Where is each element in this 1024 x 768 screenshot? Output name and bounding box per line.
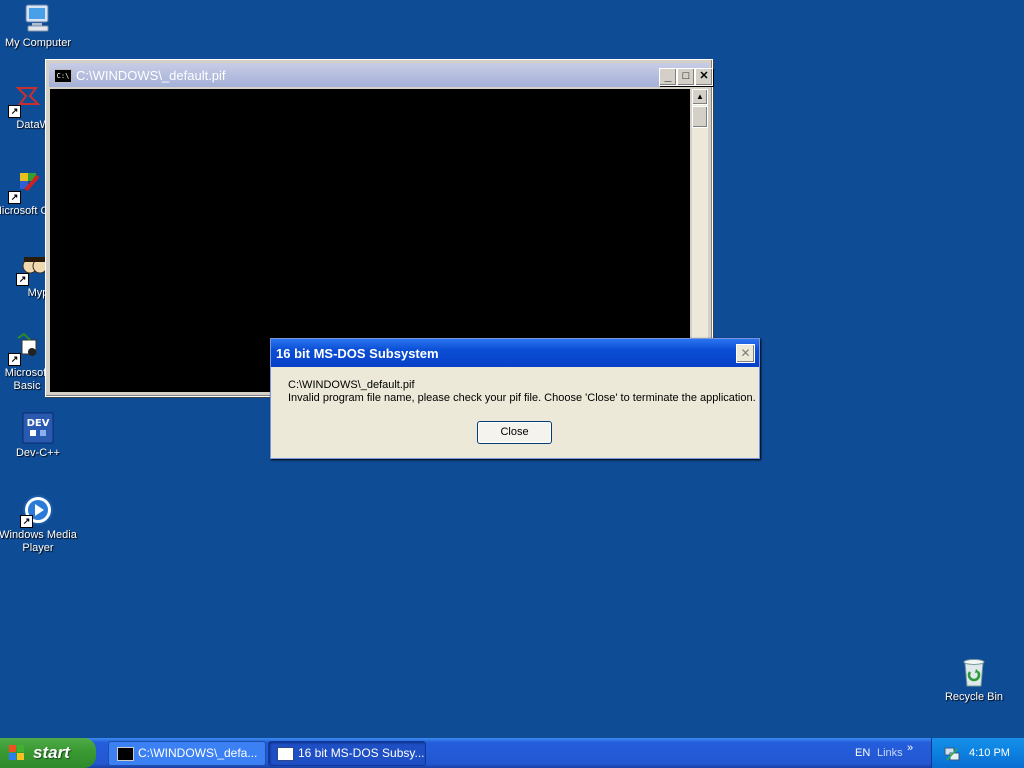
clock[interactable]: 4:10 PM [969,747,1010,759]
visual-basic-icon: ↗ [8,332,42,366]
desktop-icon-my-computer[interactable]: My Computer [0,2,78,50]
start-label: start [33,743,70,762]
language-indicator[interactable]: EN [855,747,870,759]
shortcut-arrow-icon: ↗ [8,105,21,118]
cmd-icon [117,747,134,761]
desktop-icon-label: Windows Media Player [0,529,77,554]
dialog-title: 16 bit MS-DOS Subsystem [276,346,439,361]
taskbar: start C:\WINDOWS\_defa... 16 bit MS-DOS … [0,738,1024,768]
desktop-icon-label: My Computer [4,37,72,49]
console-titlebar[interactable]: C:\ C:\WINDOWS\_default.pif _ □ ✕ [49,63,713,87]
network-icon[interactable] [944,746,960,761]
window-icon [277,747,294,761]
shortcut-arrow-icon: ↗ [16,273,29,286]
dialog-close-button[interactable]: ✕ [736,344,755,363]
windows-flag-icon [9,745,25,761]
taskbar-item-console[interactable]: C:\WINDOWS\_defa... [108,741,266,766]
shortcut-arrow-icon: ↗ [20,515,33,528]
taskbar-item-dialog[interactable]: 16 bit MS-DOS Subsy... [268,741,426,766]
datawarehouse-icon: ↗ [8,84,42,118]
desktop-icon-recycle-bin[interactable]: Recycle Bin [934,656,1014,704]
links-toolbar[interactable]: Links [877,747,903,759]
dialog-message-text: Invalid program file name, please check … [288,392,756,404]
visual-cpp-icon: ↗ [8,170,42,204]
my-computer-icon [22,2,54,34]
error-dialog[interactable]: 16 bit MS-DOS Subsystem ✕ C:\WINDOWS\_de… [270,338,760,459]
scroll-thumb[interactable] [692,106,708,128]
desktop-icon-dev-cpp[interactable]: DEV Dev-C++ [0,412,78,460]
dialog-message-path: C:\WINDOWS\_default.pif [288,379,415,391]
dialog-titlebar[interactable]: 16 bit MS-DOS Subsystem ✕ [271,339,759,367]
shortcut-arrow-icon: ↗ [8,191,21,204]
maximize-button[interactable]: □ [677,68,695,86]
cmd-icon: C:\ [54,69,72,83]
system-tray: 4:10 PM [931,738,1024,768]
start-button[interactable]: start [0,738,96,768]
media-player-icon: ↗ [20,494,54,528]
taskbar-item-label: C:\WINDOWS\_defa... [138,746,258,760]
taskbar-item-label: 16 bit MS-DOS Subsy... [298,746,425,760]
dev-cpp-icon: DEV [22,412,54,444]
desktop-icon-label: Recycle Bin [944,691,1004,703]
recycle-bin-icon [958,656,990,688]
console-title: C:\WINDOWS\_default.pif [76,68,226,83]
svg-text:DEV: DEV [27,418,50,429]
shortcut-arrow-icon: ↗ [8,353,21,366]
close-button[interactable]: ✕ [695,68,713,86]
dialog-close-action-button[interactable]: Close [477,421,552,444]
chevron-icon[interactable]: » [907,742,913,754]
desktop-icon-windows-media-player[interactable]: ↗ Windows Media Player [0,494,78,555]
dialog-message: C:\WINDOWS\_default.pif Invalid program … [288,379,756,405]
desktop-icon-label: Dev-C++ [15,447,61,459]
scroll-up-icon[interactable]: ▲ [692,89,708,105]
minimize-button[interactable]: _ [659,68,677,86]
